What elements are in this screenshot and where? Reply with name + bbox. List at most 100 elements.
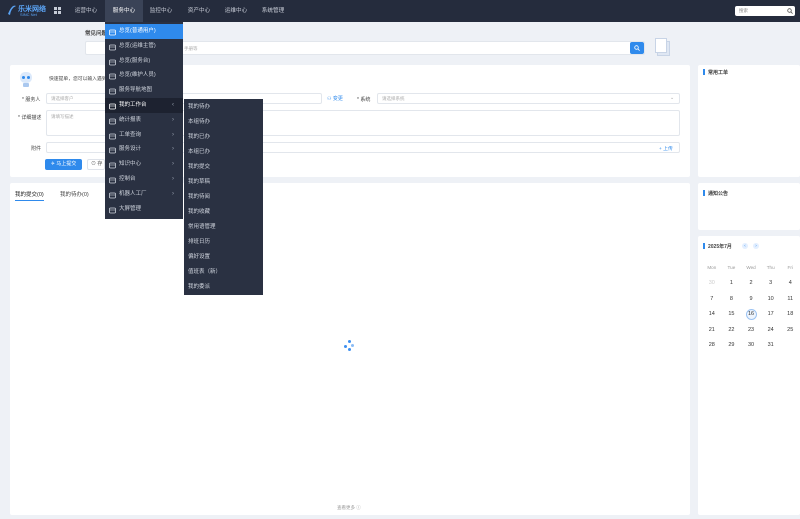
menu-item[interactable]: 大屏管理: [105, 202, 183, 217]
menu-item-label: 总览(运维主管): [119, 42, 156, 49]
menu-icon: [109, 72, 116, 80]
menu-icon: [109, 58, 116, 65]
calendar-day[interactable]: 18: [780, 307, 800, 323]
chevron-icon: ›: [172, 190, 174, 197]
nav-asset-center[interactable]: 资产中心: [181, 0, 217, 22]
calendar-day[interactable]: 3: [761, 276, 781, 292]
search-icon: [634, 45, 640, 51]
submenu-item[interactable]: 偏好设置: [188, 250, 262, 265]
nav-maintenance-center[interactable]: 运维中心: [218, 0, 254, 22]
calendar-day[interactable]: 14: [702, 307, 722, 323]
calendar-day[interactable]: 15: [722, 307, 742, 323]
send-icon: ✈: [50, 161, 55, 167]
save-draft-button[interactable]: ⊙ 存: [87, 159, 105, 170]
prev-month-button[interactable]: ‹: [742, 243, 748, 249]
submenu-item[interactable]: 我的待办: [188, 100, 262, 115]
calendar-day[interactable]: 30: [741, 338, 761, 354]
active-tab-indicator: [15, 200, 44, 201]
search-placeholder: 搜索: [739, 8, 748, 13]
calendar-grid: Mon Tue Wed Thu Fri 30 1 2 3 4 7 8 9 10 11 14 15 16 17 18 2…: [702, 260, 800, 353]
menu-item[interactable]: 控制台 ›: [105, 172, 183, 187]
change-requester-link[interactable]: ⚇ 变更: [327, 95, 343, 102]
upload-label: 上传: [663, 147, 673, 152]
system-placeholder: 请选择系统: [382, 96, 405, 101]
menu-icon: [109, 146, 116, 154]
search-icon[interactable]: [787, 8, 793, 14]
calendar-day[interactable]: 2: [741, 276, 761, 292]
save-label: 存: [97, 161, 103, 167]
calendar-day[interactable]: 1: [722, 276, 742, 292]
loading-spinner-icon: [343, 340, 355, 352]
submenu-item[interactable]: 我的草稿: [188, 175, 262, 190]
apps-grid-icon[interactable]: [54, 7, 61, 14]
calendar-day[interactable]: 30: [702, 276, 722, 292]
global-search-input[interactable]: 搜索: [735, 6, 795, 16]
calendar-day[interactable]: 16: [741, 307, 761, 323]
logo-icon: [8, 5, 16, 15]
menu-icon: [109, 191, 116, 199]
menu-item[interactable]: 机器人工厂 ›: [105, 187, 183, 202]
submenu-item[interactable]: 我的委派: [188, 280, 262, 295]
calendar-day[interactable]: 8: [722, 291, 742, 307]
section-marker: [703, 190, 705, 196]
menu-item-label: 我的工作台: [119, 102, 147, 108]
menu-item-label: 统计报表: [119, 116, 142, 123]
calendar-day[interactable]: 17: [761, 307, 781, 323]
next-month-button[interactable]: ›: [753, 243, 759, 249]
calendar-day[interactable]: 25: [780, 322, 800, 338]
menu-item[interactable]: 我的工作台 ‹: [105, 98, 183, 113]
tab-my-todo[interactable]: 我的待办(0): [60, 190, 89, 198]
faq-search-button[interactable]: [630, 42, 644, 54]
brand-logo[interactable]: 乐米网络 SINC Net: [7, 3, 53, 19]
weekday-label: Wed: [746, 265, 756, 271]
calendar-title: 2025年7月: [708, 244, 732, 250]
calendar-day[interactable]: 4: [780, 276, 800, 292]
calendar-day[interactable]: 9: [741, 291, 761, 307]
nav-system-admin[interactable]: 系统管理: [255, 0, 291, 22]
calendar-day[interactable]: 11: [780, 291, 800, 307]
calendar-day[interactable]: 21: [702, 322, 722, 338]
user-icon: ⚇: [327, 96, 332, 102]
submenu-item[interactable]: 常用语管理: [188, 220, 262, 235]
menu-item[interactable]: 总览(维护人员): [105, 68, 183, 83]
menu-item[interactable]: 总览(普通用户): [105, 24, 183, 39]
tab-my-submit[interactable]: 我的提交(0): [15, 190, 44, 198]
weekday-label: Thu: [766, 265, 775, 271]
submenu-item[interactable]: 本组已办: [188, 145, 262, 160]
weekday-label: Fri: [787, 265, 793, 271]
menu-item[interactable]: 统计报表 ›: [105, 113, 183, 128]
view-more-link[interactable]: 查看更多 ⓘ: [337, 505, 361, 511]
save-icon: ⊙: [91, 161, 97, 167]
upload-link[interactable]: + 上传: [659, 145, 673, 152]
nav-monitor-center[interactable]: 监控中心: [143, 0, 179, 22]
menu-item-label: 服务设计: [119, 146, 142, 153]
submenu-item[interactable]: 我的已办: [188, 130, 262, 145]
calendar-day[interactable]: 24: [761, 322, 781, 338]
calendar-day[interactable]: 29: [722, 338, 742, 354]
nav-ops-center[interactable]: 运营中心: [68, 0, 104, 22]
nav-service-center[interactable]: 服务中心: [105, 0, 143, 22]
calendar-day[interactable]: 10: [761, 291, 781, 307]
submenu-item[interactable]: 排班日历: [188, 235, 262, 250]
calendar-day[interactable]: 23: [741, 322, 761, 338]
menu-item[interactable]: 知识中心 ›: [105, 157, 183, 172]
menu-item-label: 服务导航地图: [119, 87, 153, 94]
submenu-item[interactable]: 我的待阅: [188, 190, 262, 205]
menu-item[interactable]: 服务导航地图: [105, 83, 183, 98]
calendar-day[interactable]: 31: [761, 338, 781, 354]
menu-item[interactable]: 服务设计 ›: [105, 142, 183, 157]
menu-item[interactable]: 总览(服务台): [105, 54, 183, 69]
submenu-item[interactable]: 我的收藏: [188, 205, 262, 220]
calendar-day[interactable]: 28: [702, 338, 722, 354]
submenu-item[interactable]: 本组待办: [188, 115, 262, 130]
menu-item[interactable]: 总览(运维主管): [105, 39, 183, 54]
change-label: 变更: [332, 96, 343, 102]
calendar-day[interactable]: 7: [702, 291, 722, 307]
calendar-day[interactable]: 22: [722, 322, 742, 338]
submit-button[interactable]: ✈ 马上提交: [45, 159, 82, 170]
submenu-item[interactable]: 我的提交: [188, 160, 262, 175]
menu-item[interactable]: 工单查询 ›: [105, 128, 183, 143]
menu-item-label: 总览(维护人员): [119, 72, 156, 79]
submenu-item[interactable]: 值班表（新）: [188, 265, 262, 280]
system-select[interactable]: 请选择系统 ⌄: [377, 93, 680, 104]
